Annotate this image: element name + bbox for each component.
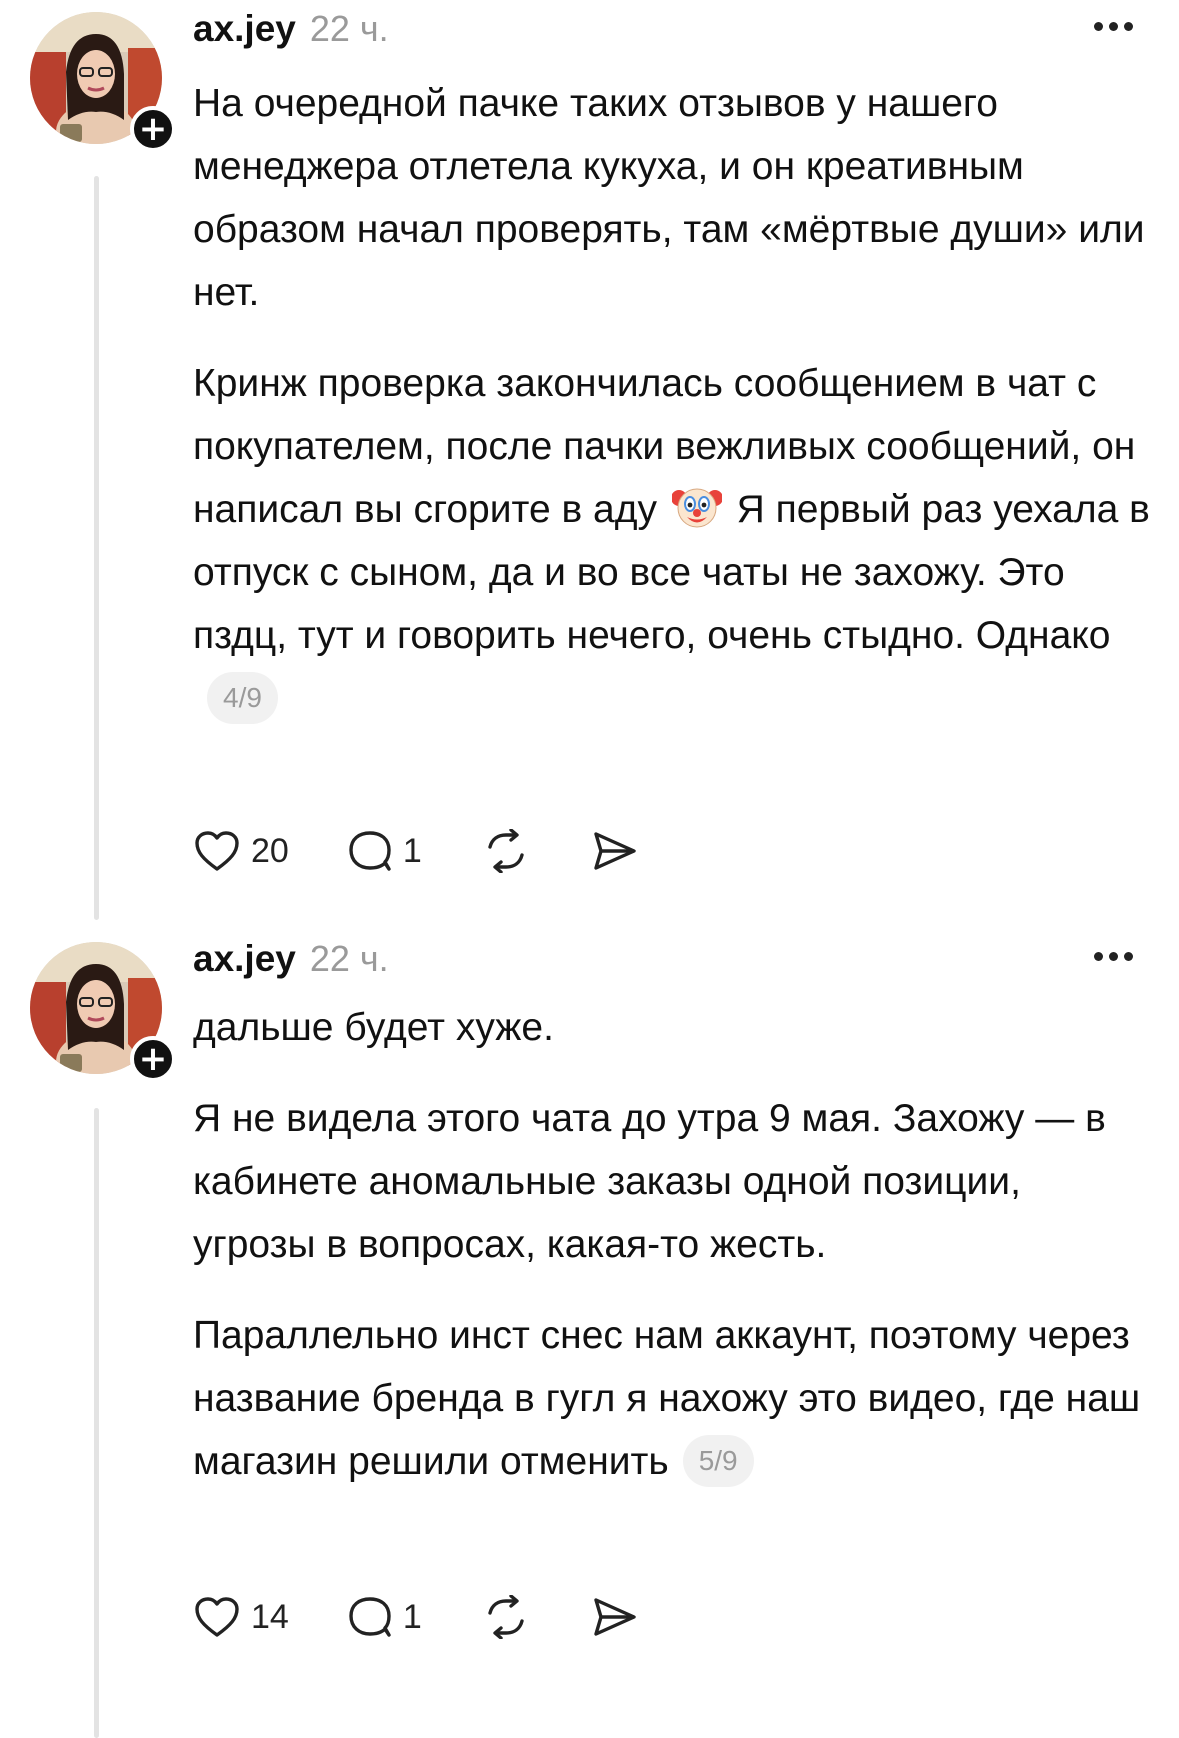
thread-line xyxy=(94,176,99,920)
follow-plus-icon[interactable]: + xyxy=(130,1036,176,1082)
share-icon xyxy=(590,829,638,873)
post-paragraph: Кринж проверка закончилась сообщением в … xyxy=(193,352,1153,730)
like-count: 14 xyxy=(251,1597,289,1636)
repost-button[interactable] xyxy=(480,1595,532,1639)
post-actions: 20 1 xyxy=(193,821,696,881)
share-button[interactable] xyxy=(590,1595,638,1639)
follow-plus-icon[interactable]: + xyxy=(130,106,176,152)
reply-count: 1 xyxy=(402,831,422,870)
post-paragraph: дальше будет хуже. xyxy=(193,1006,554,1049)
like-count: 20 xyxy=(251,831,289,870)
thread-post: + ax.jey 22 ч. На очередной пачке таких … xyxy=(0,0,1179,930)
post-header: ax.jey 22 ч. xyxy=(193,938,389,990)
repost-icon xyxy=(480,829,532,873)
share-icon xyxy=(590,1595,638,1639)
thread-counter-badge: 5/9 xyxy=(682,1435,754,1487)
thread-line xyxy=(94,1108,99,1738)
comment-icon xyxy=(347,1595,393,1639)
post-header: ax.jey 22 ч. xyxy=(193,8,389,60)
post-actions: 14 1 xyxy=(193,1587,696,1647)
comment-icon xyxy=(347,829,393,873)
post-paragraph: Я не видела этого чата до утра 9 мая. За… xyxy=(193,1097,1106,1266)
post-body: На очередной пачке таких отзывов у нашег… xyxy=(193,72,1153,758)
reply-button[interactable]: 1 xyxy=(347,829,422,873)
username[interactable]: ax.jey xyxy=(193,938,296,980)
avatar-container[interactable]: + xyxy=(30,12,176,152)
more-icon[interactable] xyxy=(1094,22,1133,31)
post-time: 22 ч. xyxy=(309,938,389,979)
like-button[interactable]: 14 xyxy=(193,1595,289,1639)
username[interactable]: ax.jey xyxy=(193,8,296,50)
heart-icon xyxy=(193,1595,241,1639)
thread-counter-badge: 4/9 xyxy=(207,672,278,724)
like-button[interactable]: 20 xyxy=(193,829,289,873)
post-paragraph: На очередной пачке таких отзывов у нашег… xyxy=(193,82,1145,314)
more-icon[interactable] xyxy=(1094,952,1133,961)
repost-icon xyxy=(480,1595,532,1639)
post-paragraph: Параллельно инст снес нам аккаунт, поэто… xyxy=(193,1304,1153,1493)
avatar-container[interactable]: + xyxy=(30,942,176,1082)
repost-button[interactable] xyxy=(480,829,532,873)
post-body: дальше будет хуже. Я не видела этого чат… xyxy=(193,996,1153,1521)
share-button[interactable] xyxy=(590,829,638,873)
clown-face-emoji-icon xyxy=(670,484,723,530)
post-time: 22 ч. xyxy=(309,8,389,49)
reply-button[interactable]: 1 xyxy=(347,1595,422,1639)
post-text: Параллельно инст снес нам аккаунт, поэто… xyxy=(193,1314,1141,1483)
heart-icon xyxy=(193,829,241,873)
thread-post: + ax.jey 22 ч. дальше будет хуже. Я не в… xyxy=(0,930,1179,1738)
reply-count: 1 xyxy=(402,1597,422,1636)
